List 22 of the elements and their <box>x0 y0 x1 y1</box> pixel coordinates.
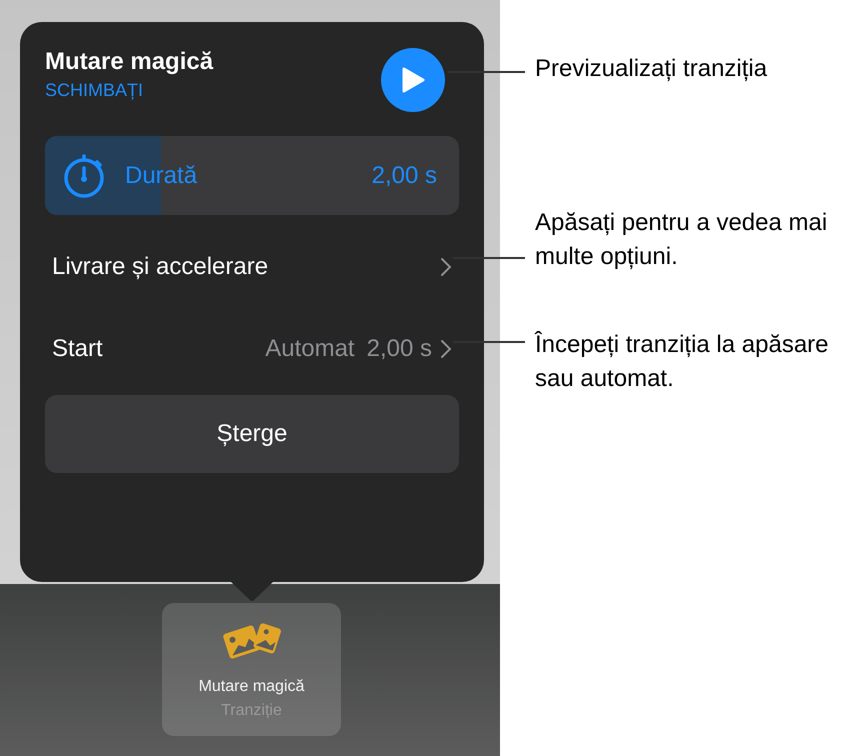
callout-text: Apăsați pentru a vedea mai multe opțiuni. <box>535 208 828 272</box>
callout-text: Previzualizați tranziția <box>535 54 768 84</box>
option-row[interactable]: Livrare și accelerare <box>45 226 459 308</box>
leader-line <box>453 341 525 343</box>
row-label: Start <box>52 334 104 364</box>
leader-line <box>453 257 525 259</box>
start-mode: Automat <box>265 334 355 364</box>
stopwatch-icon <box>63 152 105 198</box>
popover-title: Mutare magică <box>45 47 214 77</box>
start-delay: 2,00 s <box>366 334 432 364</box>
callout-text: Începeți tranziția la apăsare sau automat. <box>535 330 830 394</box>
chevron-right-icon <box>440 339 452 359</box>
option-row[interactable]: Start Automat 2,00 s <box>45 308 459 390</box>
change-link[interactable]: SCHIMBAȚI <box>45 78 214 102</box>
chevron-right-icon <box>440 257 452 277</box>
tile-title: Mutare magică <box>198 677 304 697</box>
row-label: Livrare și accelerare <box>52 252 270 282</box>
delete-button[interactable]: Șterge <box>45 395 459 473</box>
duration-label: Durată <box>125 160 198 190</box>
play-icon <box>401 67 425 93</box>
photos-icon <box>222 621 282 661</box>
duration-value: 2,00 s <box>372 160 437 190</box>
